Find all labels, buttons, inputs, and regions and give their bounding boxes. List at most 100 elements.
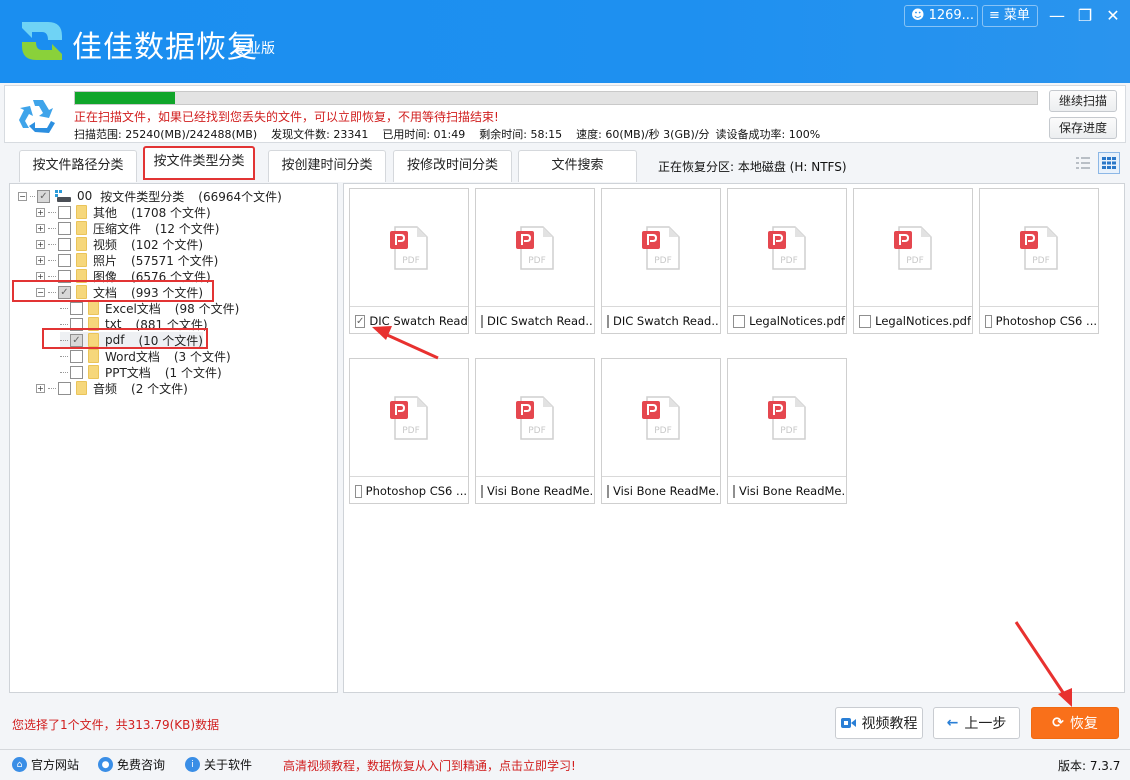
file-checkbox[interactable] [859, 314, 872, 328]
file-checkbox[interactable] [733, 314, 746, 328]
file-checkbox[interactable] [733, 484, 735, 498]
file-checkbox[interactable] [607, 484, 609, 498]
user-account-button[interactable]: ☻ 1269... [904, 5, 978, 27]
scan-range: 扫描范围: 25240(MB)/242488(MB) [74, 128, 258, 141]
expand-icon[interactable]: + [36, 223, 45, 233]
expand-icon[interactable]: + [36, 207, 45, 217]
video-camera-icon [840, 718, 856, 728]
svg-text:PDF: PDF [1032, 256, 1050, 266]
file-card[interactable]: PDF DIC Swatch Read... [475, 188, 595, 334]
tab-file-search[interactable]: 文件搜索 [518, 150, 637, 182]
file-card[interactable]: PDF ✓DIC Swatch Read... [349, 188, 469, 334]
collapse-icon[interactable]: − [18, 191, 27, 201]
save-progress-button[interactable]: 保存进度 [1049, 117, 1117, 139]
pdf-file-icon: PDF [642, 395, 680, 440]
tree-root[interactable]: − ✓ 00 按文件类型分类 (66964个文件) [18, 188, 282, 204]
file-thumbnail[interactable]: PDF [602, 359, 720, 477]
tree-item-other[interactable]: + 其他 (1708 个文件) [36, 204, 211, 220]
promo-link[interactable]: 高清视频教程，数据恢复从入门到精通，点击立即学习! [283, 757, 576, 774]
pdf-file-icon: PDF [390, 395, 428, 440]
file-card[interactable]: PDF Photoshop CS6 ... [349, 358, 469, 504]
file-thumbnail[interactable]: PDF [476, 189, 594, 307]
tree-item-checkbox[interactable] [70, 365, 83, 379]
file-name: Visi Bone ReadMe... [613, 484, 719, 498]
file-card[interactable]: PDF Photoshop CS6 ... [979, 188, 1099, 334]
folder-icon [76, 221, 87, 235]
tab-by-created-time[interactable]: 按创建时间分类 [268, 150, 386, 182]
tree-item-checkbox[interactable] [70, 301, 83, 315]
expand-icon[interactable]: + [36, 239, 45, 249]
file-thumbnail[interactable]: PDF [728, 359, 846, 477]
file-checkbox[interactable] [985, 314, 992, 328]
pdf-file-icon: PDF [516, 225, 554, 270]
svg-text:PDF: PDF [528, 426, 546, 436]
tree-root-checkbox[interactable]: ✓ [37, 189, 50, 203]
tab-by-modified-time[interactable]: 按修改时间分类 [393, 150, 512, 182]
file-thumbnail[interactable]: PDF [350, 189, 468, 307]
folder-icon [76, 237, 87, 251]
svg-text:PDF: PDF [402, 256, 420, 266]
user-icon: ☻ [911, 8, 925, 23]
tree-item-video[interactable]: + 视频 (102 个文件) [36, 236, 203, 252]
tree-item-count: (102 个文件) [131, 237, 204, 252]
user-label: 1269... [928, 8, 975, 23]
tree-item-checkbox[interactable] [58, 381, 71, 395]
file-caption: Visi Bone ReadMe... [733, 484, 845, 498]
file-checkbox[interactable] [481, 314, 483, 328]
file-card[interactable]: PDF DIC Swatch Read... [601, 188, 721, 334]
file-thumbnail[interactable]: PDF [602, 189, 720, 307]
folder-icon [76, 205, 87, 219]
tree-item-audio[interactable]: + 音频 (2 个文件) [36, 380, 188, 396]
file-thumbnail[interactable]: PDF [350, 359, 468, 477]
close-button[interactable]: ✕ [1102, 6, 1124, 26]
file-name: DIC Swatch Read... [369, 314, 467, 328]
free-consult-link[interactable]: ● 免费咨询 [98, 756, 165, 773]
file-checkbox[interactable]: ✓ [355, 314, 366, 328]
tree-item-archives[interactable]: + 压缩文件 (12 个文件) [36, 220, 219, 236]
file-card[interactable]: PDF LegalNotices.pdf [853, 188, 973, 334]
list-view-button[interactable] [1072, 152, 1094, 174]
previous-step-label: 上一步 [964, 716, 1007, 732]
file-card[interactable]: PDF Visi Bone ReadMe... [475, 358, 595, 504]
file-card[interactable]: PDF Visi Bone ReadMe... [727, 358, 847, 504]
tree-item-checkbox[interactable] [58, 253, 71, 267]
file-checkbox[interactable] [355, 484, 362, 498]
previous-step-button[interactable]: ← 上一步 [933, 707, 1020, 739]
tree-item-ppt[interactable]: PPT文档 (1 个文件) [60, 364, 222, 380]
tree-item-excel[interactable]: Excel文档 (98 个文件) [60, 300, 239, 316]
expand-icon[interactable]: + [36, 255, 45, 265]
file-checkbox[interactable] [481, 484, 483, 498]
tab-by-path[interactable]: 按文件路径分类 [19, 150, 137, 182]
file-card[interactable]: PDF Visi Bone ReadMe... [601, 358, 721, 504]
read-success-rate: 读设备成功率: 100% [715, 128, 821, 141]
menu-button[interactable]: ≡ 菜单 [982, 5, 1038, 27]
title-bar: 佳佳数据恢复 专业版 ☻ 1269... ≡ 菜单 — ❐ ✕ [0, 0, 1130, 83]
tab-by-type[interactable]: 按文件类型分类 [143, 146, 255, 180]
about-software-link[interactable]: i 关于软件 [185, 756, 252, 773]
official-website-link[interactable]: ⌂ 官方网站 [12, 756, 79, 773]
tree-item-checkbox[interactable] [58, 237, 71, 251]
svg-text:PDF: PDF [906, 256, 924, 266]
app-logo-icon [22, 22, 62, 60]
continue-scan-button[interactable]: 继续扫描 [1049, 90, 1117, 112]
tree-item-checkbox[interactable] [58, 221, 71, 235]
thumbnail-view-button[interactable] [1098, 152, 1120, 174]
video-tutorial-button[interactable]: 视频教程 [835, 707, 923, 739]
restore-button[interactable]: ❐ [1074, 6, 1096, 26]
svg-text:PDF: PDF [528, 256, 546, 266]
tree-item-photos[interactable]: + 照片 (57571 个文件) [36, 252, 218, 268]
file-thumbnail[interactable]: PDF [728, 189, 846, 307]
expand-icon[interactable]: + [36, 383, 45, 393]
tree-root-label: 按文件类型分类 [100, 189, 185, 204]
files-found: 发现文件数: 23341 [271, 128, 369, 141]
tree-item-word[interactable]: Word文档 (3 个文件) [60, 348, 231, 364]
recover-button[interactable]: ⟳ 恢复 [1031, 707, 1119, 739]
file-thumbnail[interactable]: PDF [980, 189, 1098, 307]
file-thumbnail[interactable]: PDF [476, 359, 594, 477]
tree-item-checkbox[interactable] [70, 349, 83, 363]
file-thumbnail[interactable]: PDF [854, 189, 972, 307]
file-checkbox[interactable] [607, 314, 609, 328]
tree-item-checkbox[interactable] [58, 205, 71, 219]
file-card[interactable]: PDF LegalNotices.pdf [727, 188, 847, 334]
minimize-button[interactable]: — [1046, 6, 1068, 26]
